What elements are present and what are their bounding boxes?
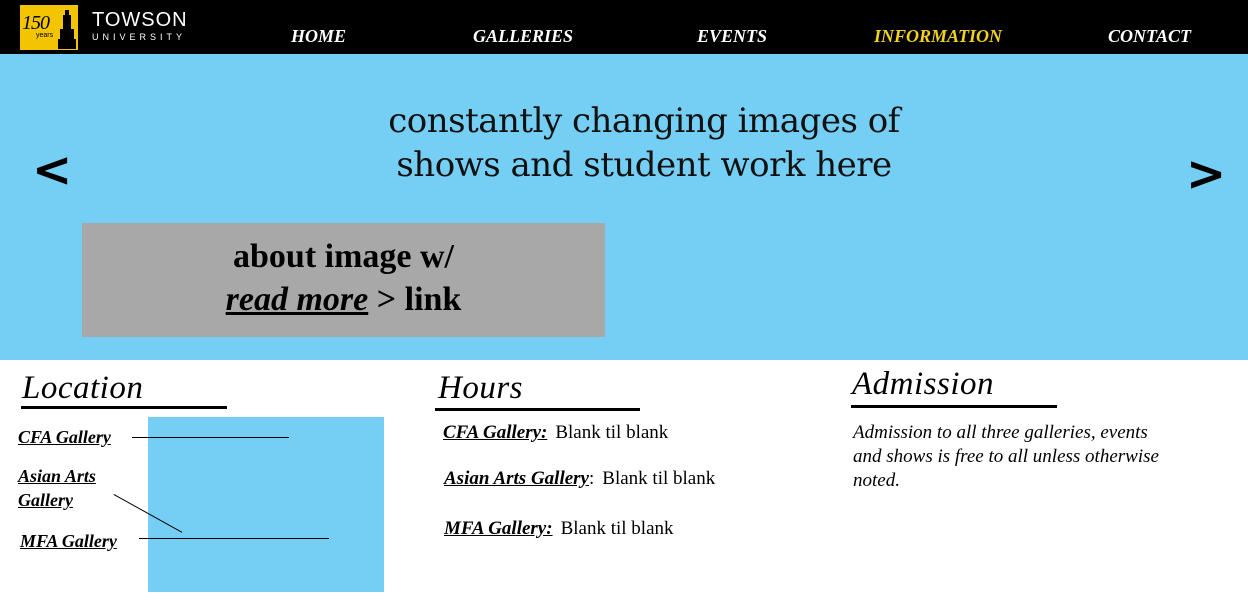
nav-information[interactable]: INFORMATION bbox=[874, 25, 1002, 47]
hours-asian-arts-gallery-link[interactable]: Asian Arts Gallery bbox=[444, 468, 589, 489]
hours-row-cfa: CFA Gallery: Blank til blank bbox=[443, 421, 668, 445]
hours-mfa-value: Blank til blank bbox=[560, 518, 674, 539]
logo-badge-caption: years bbox=[36, 32, 54, 39]
mfa-leader-line bbox=[139, 538, 329, 539]
nav-home[interactable]: HOME bbox=[291, 25, 346, 47]
location-asian-arts-gallery-link[interactable]: Asian Arts Gallery bbox=[18, 464, 96, 512]
hours-title-rule bbox=[435, 408, 640, 411]
prev-slide-button[interactable]: < bbox=[32, 146, 72, 194]
logo-badge: 150 years bbox=[20, 5, 78, 50]
site-header: 150 years TOWSON UNIVERSITY HOME GALLERI… bbox=[0, 0, 1248, 54]
hours-mfa-gallery-link[interactable]: MFA Gallery: bbox=[444, 518, 553, 539]
hours-asian-arts-value: Blank til blank bbox=[602, 468, 716, 489]
location-map[interactable] bbox=[148, 417, 384, 592]
admission-title-rule bbox=[851, 405, 1057, 408]
cfa-leader-line bbox=[132, 437, 289, 438]
nav-galleries[interactable]: GALLERIES bbox=[473, 25, 573, 47]
location-title: Location bbox=[22, 370, 144, 406]
nav-contact[interactable]: CONTACT bbox=[1108, 25, 1191, 47]
link-suffix: > link bbox=[376, 281, 462, 318]
admission-text: Admission to all three galleries, events… bbox=[853, 422, 1159, 491]
asian-arts-label-line2: Gallery bbox=[18, 490, 73, 510]
logo-subname: UNIVERSITY bbox=[92, 32, 187, 42]
slideshow-text-line2: shows and student work here bbox=[396, 145, 892, 185]
towson-150-logo[interactable]: 150 years TOWSON UNIVERSITY bbox=[20, 5, 187, 51]
hours-title: Hours bbox=[438, 370, 524, 406]
read-more-link[interactable]: read more bbox=[226, 281, 369, 318]
location-cfa-gallery-link[interactable]: CFA Gallery bbox=[18, 425, 111, 449]
about-image-heading: about image w/ bbox=[233, 238, 454, 275]
slideshow-placeholder-text: constantly changing images of shows and … bbox=[324, 99, 964, 187]
about-image-link-line: read more > link bbox=[82, 280, 605, 320]
hours-cfa-value: Blank til blank bbox=[555, 422, 669, 443]
logo-name: TOWSON bbox=[92, 9, 188, 31]
next-slide-button[interactable]: > bbox=[1186, 150, 1226, 198]
hero-slideshow: constantly changing images of shows and … bbox=[0, 54, 1248, 360]
hours-row-asian-arts: Asian Arts Gallery: Blank til blank bbox=[444, 467, 715, 491]
nav-events[interactable]: EVENTS bbox=[697, 25, 767, 47]
hours-asian-arts-colon: : bbox=[589, 468, 595, 489]
admission-title: Admission bbox=[852, 366, 995, 402]
asian-arts-label-line1: Asian Arts bbox=[18, 466, 96, 486]
location-mfa-gallery-link[interactable]: MFA Gallery bbox=[20, 529, 117, 553]
slideshow-text-line1: constantly changing images of bbox=[388, 101, 900, 141]
location-title-rule bbox=[21, 406, 227, 409]
hours-row-mfa: MFA Gallery: Blank til blank bbox=[444, 517, 674, 541]
tower-icon bbox=[58, 10, 76, 49]
hours-cfa-gallery-link[interactable]: CFA Gallery: bbox=[443, 422, 547, 443]
about-image-box: about image w/ read more > link bbox=[82, 223, 605, 337]
